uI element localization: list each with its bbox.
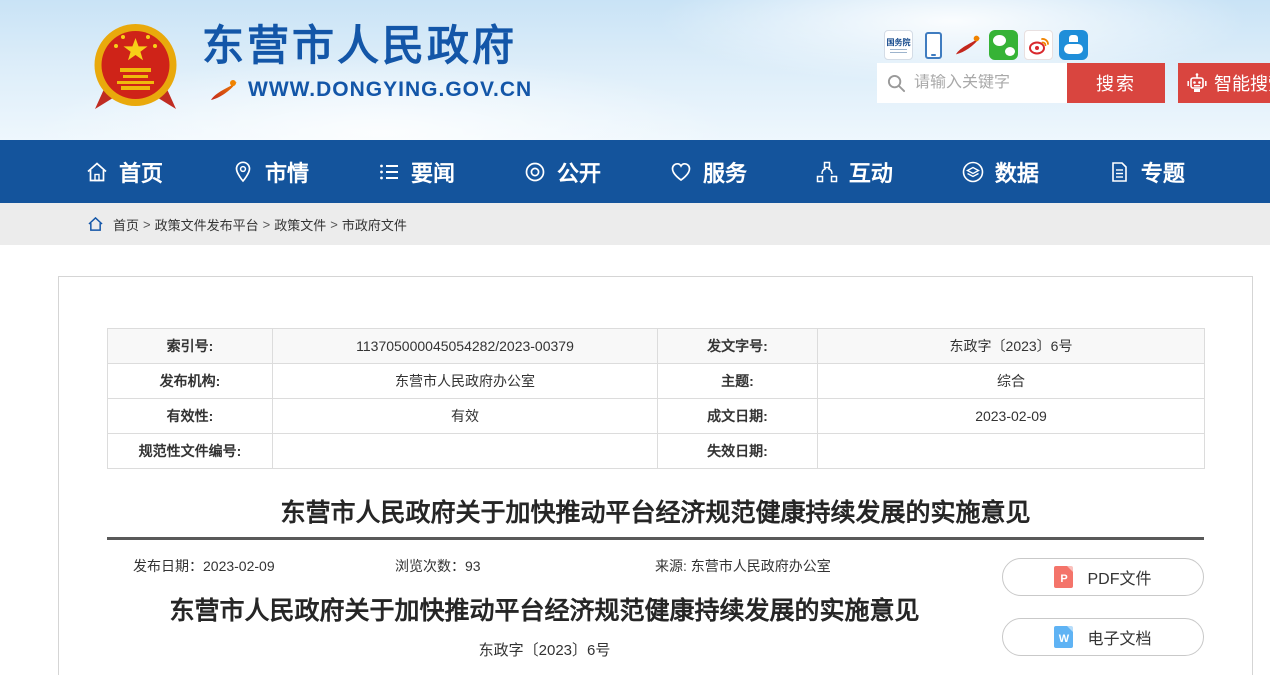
document-number: 东政字〔2023〕6号	[107, 639, 982, 660]
main-nav: 首页 市情 要闻 公开 服务	[0, 140, 1270, 203]
nav-item-data[interactable]: 数据	[961, 156, 1039, 188]
publish-date: 发布日期：2023-02-09	[133, 558, 395, 575]
site-logo[interactable]: 东营市人民政府 WWW.DONGYING.GOV.CN	[93, 20, 532, 113]
meta-label-cell: 发文字号:	[658, 329, 818, 364]
breadcrumb: 首页 > 政策文件发布平台 > 政策文件 > 市政府文件	[0, 203, 1270, 245]
source: 来源: 东营市人民政府办公室	[655, 558, 831, 575]
meta-label-cell: 发布机构:	[108, 364, 273, 399]
target-icon	[523, 160, 547, 184]
weibo-icon[interactable]	[1024, 30, 1053, 60]
meta-value-cell: 东营市人民政府办公室	[273, 364, 658, 399]
article-area: 发布日期：2023-02-09 浏览次数：93 来源: 东营市人民政府办公室 东…	[107, 558, 982, 660]
site-url: WWW.DONGYING.GOV.CN	[248, 78, 532, 102]
home-icon	[85, 160, 109, 184]
document-title: 东营市人民政府关于加快推动平台经济规范健康持续发展的实施意见	[107, 595, 982, 627]
map-pin-icon	[231, 160, 255, 184]
article-meta-line: 发布日期：2023-02-09 浏览次数：93 来源: 东营市人民政府办公室	[107, 558, 982, 575]
breadcrumb-home[interactable]: 首页	[113, 215, 139, 234]
pdf-button-label: PDF文件	[1087, 565, 1151, 589]
site-name: 东营市人民政府	[202, 20, 532, 72]
view-count: 浏览次数：93	[395, 558, 655, 575]
search-bar: 搜索 智能搜索	[877, 63, 1270, 103]
word-file-icon: W	[1054, 626, 1073, 648]
meta-value-cell: 东政字〔2023〕6号	[818, 329, 1205, 364]
meta-label-cell: 主题:	[658, 364, 818, 399]
smart-search-button[interactable]: 智能搜索	[1178, 63, 1270, 103]
mobile-version-icon[interactable]	[919, 30, 948, 60]
main-content: 索引号: 113705000045054282/2023-00379 发文字号:…	[0, 276, 1270, 675]
breadcrumb-current: 市政府文件	[342, 215, 407, 234]
meta-value-cell: 综合	[818, 364, 1205, 399]
robot-icon	[1186, 72, 1208, 94]
title-divider	[107, 537, 1204, 540]
search-icon	[887, 74, 906, 93]
document-icon	[1107, 160, 1131, 184]
meta-value-cell	[818, 434, 1205, 469]
meta-value-cell: 113705000045054282/2023-00379	[273, 329, 658, 364]
gov-client-icon[interactable]: 国务院	[884, 30, 913, 60]
layers-icon	[961, 160, 985, 184]
breadcrumb-policy-files[interactable]: 政策文件	[274, 215, 326, 234]
site-title-block: 东营市人民政府 WWW.DONGYING.GOV.CN	[202, 20, 532, 102]
nav-item-disclosure[interactable]: 公开	[523, 156, 601, 188]
word-button-label: 电子文档	[1087, 625, 1151, 649]
workflow-icon	[815, 160, 839, 184]
page-title: 东营市人民政府关于加快推动平台经济规范健康持续发展的实施意见	[107, 495, 1204, 531]
meta-label-cell: 索引号:	[108, 329, 273, 364]
quick-links: 国务院	[884, 30, 1088, 60]
meta-value-cell	[273, 434, 658, 469]
pdf-file-icon: P	[1054, 566, 1073, 588]
breadcrumb-platform[interactable]: 政策文件发布平台	[155, 215, 259, 234]
meta-label-cell: 有效性:	[108, 399, 273, 434]
site-header: 东营市人民政府 WWW.DONGYING.GOV.CN 国务院	[0, 0, 1270, 140]
nav-item-topics[interactable]: 专题	[1107, 156, 1185, 188]
document-card: 索引号: 113705000045054282/2023-00379 发文字号:…	[58, 276, 1253, 675]
word-file-button[interactable]: W 电子文档	[1002, 618, 1204, 656]
meta-label-cell: 规范性文件编号:	[108, 434, 273, 469]
site-mark-icon[interactable]	[954, 30, 983, 60]
nav-item-city[interactable]: 市情	[231, 156, 309, 188]
app-client-icon[interactable]	[1059, 30, 1088, 60]
pdf-file-button[interactable]: P PDF文件	[1002, 558, 1204, 596]
search-button[interactable]: 搜索	[1067, 63, 1165, 103]
smart-search-label: 智能搜索	[1214, 70, 1270, 96]
nav-item-interaction[interactable]: 互动	[815, 156, 893, 188]
search-box	[877, 63, 1067, 103]
national-emblem-icon	[93, 20, 178, 113]
document-meta-table: 索引号: 113705000045054282/2023-00379 发文字号:…	[107, 328, 1205, 469]
wechat-icon[interactable]	[989, 30, 1018, 60]
table-row: 发布机构: 东营市人民政府办公室 主题: 综合	[108, 364, 1205, 399]
table-row: 索引号: 113705000045054282/2023-00379 发文字号:…	[108, 329, 1205, 364]
search-input[interactable]	[914, 74, 1054, 92]
breadcrumb-home-icon	[88, 217, 103, 231]
swoosh-icon	[210, 79, 240, 101]
list-icon	[377, 160, 401, 184]
table-row: 有效性: 有效 成文日期: 2023-02-09	[108, 399, 1205, 434]
heart-icon	[669, 160, 693, 184]
nav-item-home[interactable]: 首页	[85, 156, 163, 188]
nav-item-services[interactable]: 服务	[669, 156, 747, 188]
meta-label-cell: 成文日期:	[658, 399, 818, 434]
attachment-buttons: P PDF文件 W 电子文档	[1002, 558, 1204, 660]
meta-label-cell: 失效日期:	[658, 434, 818, 469]
nav-item-news[interactable]: 要闻	[377, 156, 455, 188]
table-row: 规范性文件编号: 失效日期:	[108, 434, 1205, 469]
meta-value-cell: 有效	[273, 399, 658, 434]
meta-value-cell: 2023-02-09	[818, 399, 1205, 434]
